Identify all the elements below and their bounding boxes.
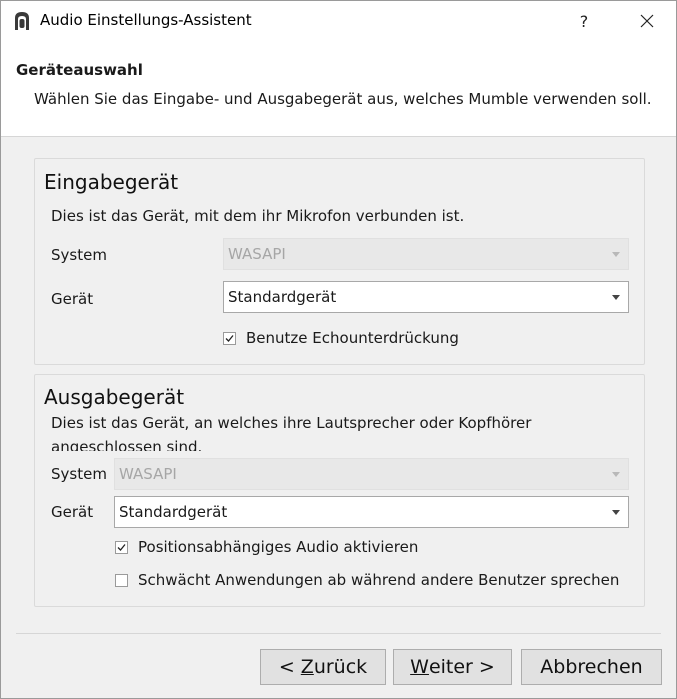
back-button[interactable]: < Zurück <box>260 649 386 685</box>
close-button[interactable] <box>619 1 675 41</box>
title-bar: Audio Einstellungs-Assistent ? <box>1 1 676 41</box>
input-system-value: WASAPI <box>228 245 286 263</box>
positional-audio-label: Positionsabhängiges Audio aktivieren <box>138 538 419 556</box>
back-button-rest: urück <box>313 656 368 678</box>
input-group-title: Eingabegerät <box>44 170 179 194</box>
wizard-window: Audio Einstellungs-Assistent ? Geräteaus… <box>0 0 677 699</box>
input-device-group: Eingabegerät Dies ist das Gerät, mit dem… <box>34 158 645 365</box>
next-button-mnemonic: W <box>410 656 429 678</box>
attenuate-label: Schwächt Anwendungen ab während andere B… <box>138 571 620 589</box>
back-button-prefix: < <box>278 656 301 678</box>
chevron-down-icon <box>612 252 620 257</box>
mumble-logo-icon <box>15 12 29 30</box>
page-title: Geräteauswahl <box>16 61 143 79</box>
help-button[interactable]: ? <box>561 1 607 41</box>
attenuate-checkbox-row[interactable]: Schwächt Anwendungen ab während andere B… <box>115 571 619 589</box>
positional-audio-checkbox-row[interactable]: Positionsabhängiges Audio aktivieren <box>115 538 418 556</box>
checkmark-icon <box>225 334 234 342</box>
positional-audio-checkbox[interactable] <box>115 540 128 554</box>
input-system-label: System <box>51 246 107 264</box>
next-button-rest: eiter > <box>428 656 495 678</box>
checkmark-icon <box>117 543 126 551</box>
output-group-description: Dies ist das Gerät, an welches ihre Laut… <box>51 414 532 451</box>
footer-divider <box>16 633 661 634</box>
output-device-select[interactable]: Standardgerät <box>114 496 629 528</box>
page-header: Geräteauswahl Wählen Sie das Eingabe- un… <box>1 41 676 137</box>
echo-cancel-label: Benutze Echounterdrückung <box>246 329 459 347</box>
echo-cancel-checkbox-row[interactable]: Benutze Echounterdrückung <box>223 329 459 347</box>
input-device-label: Gerät <box>51 290 94 308</box>
output-device-label: Gerät <box>51 503 94 521</box>
output-device-group: Ausgabegerät Dies ist das Gerät, an welc… <box>34 374 645 607</box>
input-device-select[interactable]: Standardgerät <box>223 281 629 313</box>
chevron-down-icon <box>612 472 620 477</box>
output-system-value: WASAPI <box>119 465 177 483</box>
next-button[interactable]: Weiter > <box>393 649 512 685</box>
back-button-mnemonic: Z <box>300 656 314 678</box>
input-system-select: WASAPI <box>223 238 629 270</box>
output-group-title: Ausgabegerät <box>44 385 185 409</box>
output-system-label: System <box>51 465 107 483</box>
output-device-value: Standardgerät <box>119 503 228 521</box>
input-device-value: Standardgerät <box>228 288 337 306</box>
input-group-description: Dies ist das Gerät, mit dem ihr Mikrofon… <box>51 207 465 225</box>
output-system-select: WASAPI <box>114 458 629 490</box>
close-icon <box>640 14 654 28</box>
attenuate-checkbox[interactable] <box>115 573 128 587</box>
echo-cancel-checkbox[interactable] <box>223 331 236 345</box>
cancel-button[interactable]: Abbrechen <box>521 649 662 685</box>
window-title: Audio Einstellungs-Assistent <box>40 11 252 29</box>
page-subtitle: Wählen Sie das Eingabe- und Ausgabegerät… <box>34 90 652 108</box>
chevron-down-icon <box>612 510 620 515</box>
chevron-down-icon <box>612 295 620 300</box>
